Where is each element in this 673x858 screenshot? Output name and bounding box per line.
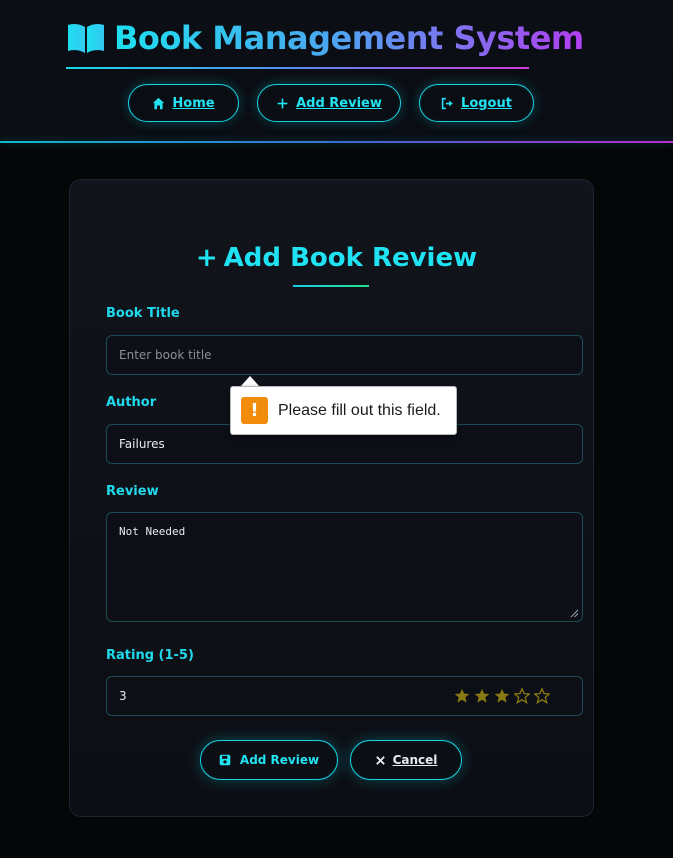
review-value: Not Needed [119,525,186,538]
star-empty-icon[interactable] [534,688,550,704]
logout-icon [441,97,453,109]
form-title: + Add Book Review [0,240,673,276]
nav-home-label: Home [172,95,215,111]
nav-logout-label: Logout [461,95,512,111]
book-title-label: Book Title [106,306,180,321]
rating-label: Rating (1-5) [106,648,194,663]
submit-review-label: Add Review [239,753,320,767]
star-filled-icon[interactable] [494,688,510,704]
cancel-button[interactable]: Cancel [350,740,462,780]
form-title-plus: + [195,243,218,273]
nav-add-review-label: Add Review [296,95,382,111]
nav-add-review-button[interactable]: Add Review [257,84,401,122]
header-divider [0,141,673,143]
review-textarea[interactable]: Not Needed [106,512,583,622]
review-label: Review [106,484,159,499]
book-title-placeholder: Enter book title [119,348,212,362]
star-filled-icon[interactable] [454,688,470,704]
close-icon [375,755,385,765]
save-icon [219,754,231,766]
app-title: Book Management System [114,19,584,57]
plus-icon [277,98,288,108]
star-empty-icon[interactable] [514,688,530,704]
author-value: Failures [119,437,165,451]
cancel-label: Cancel [392,753,438,767]
form-title-text: Add Book Review [223,243,478,273]
author-label: Author [106,395,157,410]
submit-review-button[interactable]: Add Review [200,740,338,780]
form-title-underline [293,285,369,287]
title-underline [66,67,529,69]
tooltip-message: Please fill out this field. [278,401,441,419]
warning-icon: ! [241,397,268,424]
rating-value: 3 [119,689,127,703]
validation-tooltip: ! Please fill out this field. [230,386,457,435]
book-title-input[interactable]: Enter book title [106,335,583,375]
rating-stars [454,688,550,704]
resize-handle-icon[interactable] [570,609,579,618]
open-book-icon [68,23,104,53]
rating-input[interactable]: 3 [106,676,583,716]
star-filled-icon[interactable] [474,688,490,704]
home-icon [153,97,165,109]
nav-home-button[interactable]: Home [128,84,239,122]
app-title-group: Book Management System [66,18,584,58]
nav-logout-button[interactable]: Logout [419,84,534,122]
